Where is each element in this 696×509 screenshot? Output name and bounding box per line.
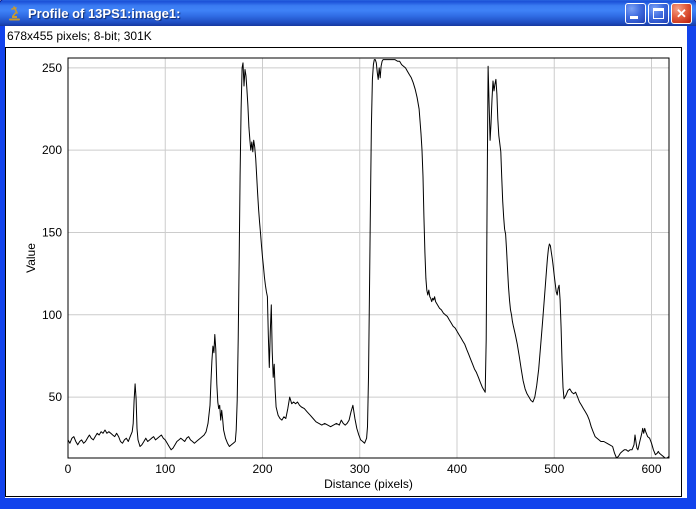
window-client-area: 678x455 pixels; 8-bit; 301K 0 100 200 300 40… bbox=[5, 26, 687, 498]
x-tick-label: 200 bbox=[252, 462, 272, 476]
y-tick-label: 200 bbox=[42, 143, 62, 157]
y-tick-label: 50 bbox=[49, 390, 63, 404]
image-info-status: 678x455 pixels; 8-bit; 301K bbox=[7, 29, 152, 43]
x-tick-label: 100 bbox=[155, 462, 175, 476]
y-tick-label: 250 bbox=[42, 61, 62, 75]
close-icon: ✕ bbox=[672, 4, 691, 23]
x-tick-label: 400 bbox=[447, 462, 467, 476]
profile-plot: 0 100 200 300 400 500 600 50 100 150 200 250 bbox=[6, 48, 681, 496]
imagej-microscope-icon bbox=[6, 5, 23, 22]
x-tick-label: 0 bbox=[65, 462, 72, 476]
x-tick-label: 300 bbox=[350, 462, 370, 476]
x-tick-label: 600 bbox=[641, 462, 661, 476]
y-tick-label: 150 bbox=[42, 225, 62, 239]
x-tick-label: 500 bbox=[544, 462, 564, 476]
plot-window: Profile of 13PS1:image1: ✕ 678x455 pixel… bbox=[0, 0, 696, 509]
y-axis-label: Value bbox=[24, 58, 40, 458]
close-button[interactable]: ✕ bbox=[671, 3, 692, 24]
x-axis-label: Distance (pixels) bbox=[68, 477, 669, 491]
plot-image-canvas[interactable]: 0 100 200 300 400 500 600 50 100 150 200 250 Distan… bbox=[5, 47, 682, 497]
maximize-button[interactable] bbox=[648, 3, 669, 24]
profile-line bbox=[68, 60, 669, 458]
titlebar[interactable]: Profile of 13PS1:image1: ✕ bbox=[0, 0, 696, 26]
y-tick-label: 100 bbox=[42, 308, 62, 322]
window-title: Profile of 13PS1:image1: bbox=[28, 6, 623, 21]
maximize-icon bbox=[653, 8, 664, 19]
minimize-icon bbox=[630, 16, 638, 19]
minimize-button[interactable] bbox=[625, 3, 646, 24]
